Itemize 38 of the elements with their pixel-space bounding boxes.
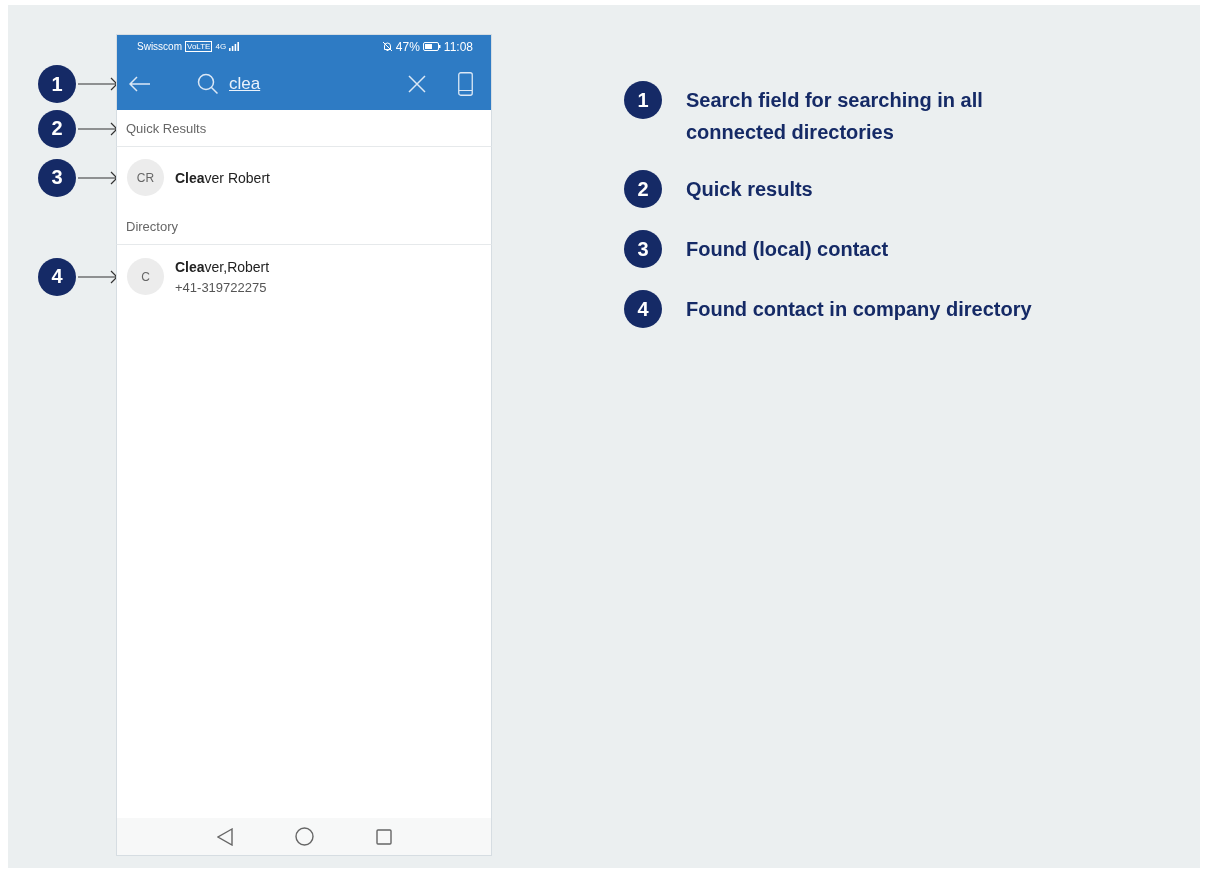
- recents-square-icon[interactable]: [375, 828, 392, 845]
- callout-number: 2: [38, 109, 76, 148]
- volte-badge: VoLTE: [185, 41, 213, 52]
- battery-icon: [422, 42, 441, 51]
- contact-name[interactable]: Cleaver Robert: [175, 169, 270, 186]
- legend-number: 1: [624, 81, 662, 119]
- legend-text: Quick results: [686, 177, 814, 202]
- signal-icon: [229, 42, 240, 51]
- network-type: 4G: [215, 42, 227, 51]
- arrow-icon: [78, 77, 118, 91]
- section-header: Directory: [126, 218, 178, 234]
- arrow-icon: [78, 170, 118, 185]
- section-header: Quick Results: [126, 120, 207, 136]
- callout-number: 3: [38, 158, 76, 197]
- battery-percent: 47%: [395, 39, 420, 54]
- contact-avatar: C: [127, 258, 164, 295]
- callout-number: 4: [38, 257, 76, 296]
- home-circle-icon[interactable]: [294, 827, 314, 846]
- contact-phone: +41-319722275: [175, 279, 268, 295]
- carrier-name: Swisscom: [137, 41, 182, 52]
- legend-text: Search field for searching in all connected directories: [686, 88, 984, 145]
- legend-number: 3: [624, 230, 662, 268]
- search-icon: [197, 73, 219, 95]
- arrow-icon: [78, 269, 118, 284]
- clock-time: 11:08: [443, 39, 473, 54]
- phone-icon[interactable]: [458, 72, 473, 96]
- close-icon[interactable]: [408, 75, 426, 93]
- contact-name[interactable]: Cleaver,Robert: [175, 258, 270, 275]
- back-triangle-icon[interactable]: [216, 827, 233, 846]
- callout-number: 1: [38, 65, 76, 103]
- legend-number: 4: [624, 290, 662, 328]
- legend-text: Found (local) contact: [686, 237, 890, 262]
- muted-bell-icon: [381, 41, 393, 52]
- arrow-icon: [78, 121, 118, 136]
- legend-number: 2: [624, 170, 662, 208]
- legend-text: Found contact in company directory: [686, 297, 1033, 322]
- back-arrow-icon[interactable]: [129, 76, 151, 92]
- contact-avatar: CR: [127, 159, 164, 196]
